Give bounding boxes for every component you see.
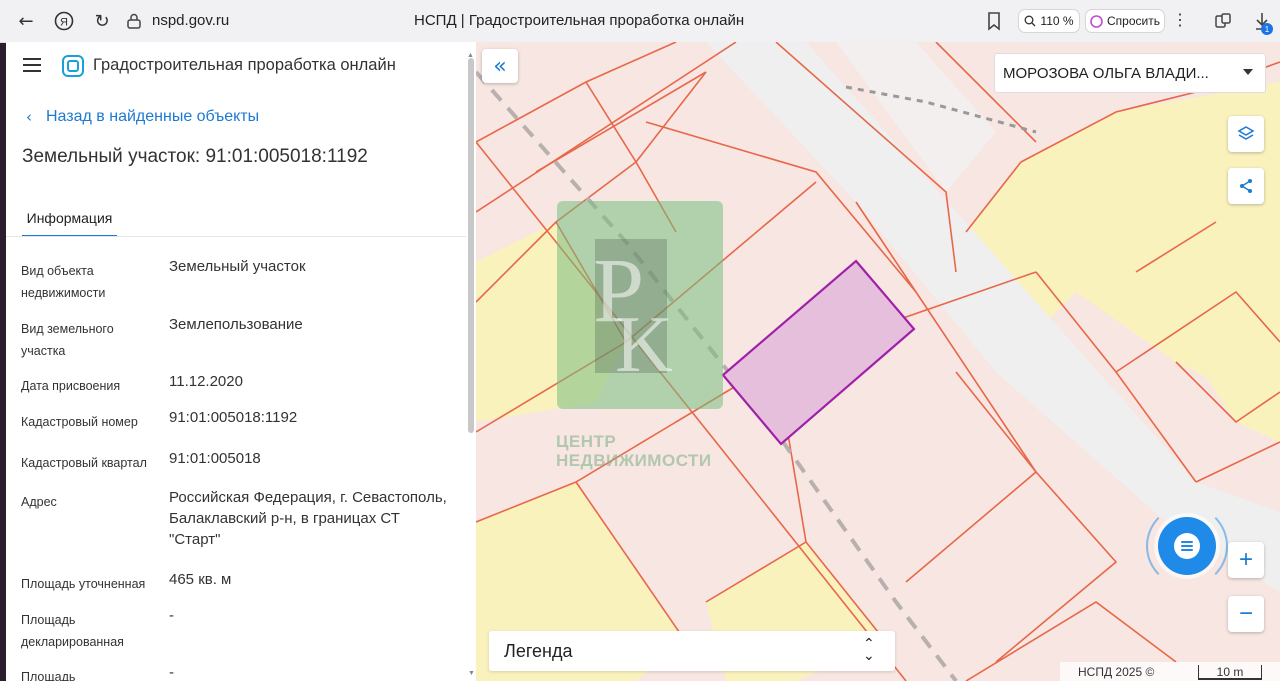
site-settings-icon[interactable] [125, 12, 143, 30]
info-panel: Градостроительная проработка онлайн ‹ На… [6, 42, 476, 681]
collapse-panel-button[interactable]: « [482, 49, 518, 83]
bookmark-icon[interactable] [984, 10, 1004, 32]
object-title: Земельный участок: 91:01:005018:1192 [22, 146, 368, 167]
ask-label: Спросить [1107, 14, 1160, 28]
info-value: 11.12.2020 [169, 373, 243, 390]
info-value: Российская Федерация, г. Севастополь, Ба… [169, 489, 447, 548]
watermark-text: ЦЕНТР НЕДВИЖИМОСТИ [556, 432, 712, 470]
zoom-value: 110 % [1040, 14, 1074, 28]
info-label: Площадь уточненная [21, 577, 146, 591]
zoom-indicator[interactable]: 110 % [1018, 9, 1080, 33]
watermark-line-1: ЦЕНТР [556, 432, 617, 451]
info-label: Адрес [21, 495, 57, 509]
info-label: Вид земельного участка [21, 322, 114, 358]
user-selector-value: МОРОЗОВА ОЛЬГА ВЛАДИ... [1003, 65, 1209, 82]
scroll-down-arrow-icon[interactable]: ▼ [468, 670, 475, 677]
page-tab-title: НСПД | Градостроительная проработка онла… [414, 12, 745, 29]
minus-icon: − [1238, 600, 1253, 627]
ask-icon [1090, 14, 1103, 28]
expand-collapse-icon: ⌃ ⌄ [863, 636, 875, 664]
legend-panel[interactable]: Легенда ⌃ ⌄ [489, 631, 895, 671]
info-label: Площадь [21, 670, 76, 681]
watermark-logo: P K [557, 201, 723, 409]
ask-button[interactable]: Спросить [1085, 9, 1165, 33]
hamburger-menu-icon[interactable] [23, 58, 41, 72]
info-value: - [169, 664, 174, 681]
address-bar[interactable]: nspd.gov.ru [152, 12, 229, 29]
chat-icon [1174, 533, 1200, 559]
back-arrow-icon[interactable]: ← [14, 9, 38, 33]
scale-bar: 10 m [1198, 665, 1262, 680]
more-menu-icon[interactable]: ⋮ [1172, 10, 1188, 30]
map-view[interactable]: P K ЦЕНТР НЕДВИЖИМОСТИ « МОРОЗОВА ОЛЬГА … [476, 42, 1280, 681]
layers-icon [1237, 126, 1255, 140]
info-value: Земельный участок [169, 258, 306, 275]
dropdown-caret-icon [1243, 69, 1253, 75]
copyright-text: НСПД 2025 © [1078, 665, 1155, 679]
layers-button[interactable] [1228, 116, 1264, 152]
share-icon [1240, 179, 1252, 193]
map-footer: НСПД 2025 © 10 m [1060, 662, 1280, 681]
back-link-label: Назад в найденные объекты [46, 108, 260, 125]
zoom-icon [1024, 15, 1036, 27]
extensions-icon[interactable] [1213, 11, 1233, 31]
plus-icon: + [1238, 546, 1253, 573]
selected-parcel [721, 259, 916, 446]
zoom-in-button[interactable]: + [1228, 542, 1264, 578]
info-label: Дата присвоения [21, 379, 121, 393]
info-label: Площадь декларированная [21, 613, 124, 649]
chevron-left-icon: ‹ [26, 108, 32, 126]
app-logo-icon [62, 55, 84, 77]
info-value: 91:01:005018:1192 [169, 409, 298, 426]
svg-text:Я: Я [60, 17, 68, 29]
tab-divider [6, 236, 466, 237]
tab-information[interactable]: Информация [22, 208, 117, 237]
yandex-icon[interactable]: Я [52, 9, 76, 33]
svg-text:K: K [615, 301, 673, 389]
zoom-out-button[interactable]: − [1228, 596, 1264, 632]
app-title: Градостроительная проработка онлайн [93, 56, 396, 74]
info-label: Вид объекта недвижимости [21, 264, 106, 300]
chat-button[interactable] [1158, 517, 1216, 575]
downloads-badge: 1 [1261, 23, 1273, 35]
reload-icon[interactable]: ↻ [90, 9, 114, 33]
user-selector-dropdown[interactable]: МОРОЗОВА ОЛЬГА ВЛАДИ... [994, 53, 1266, 93]
scroll-thumb[interactable] [468, 58, 474, 433]
info-value: 465 кв. м [169, 571, 232, 588]
info-value: 91:01:005018 [169, 450, 261, 467]
share-button[interactable] [1228, 168, 1264, 204]
browser-toolbar: ← Я ↻ nspd.gov.ru НСПД | Градостроительн… [0, 0, 1280, 43]
legend-label: Легенда [504, 641, 573, 661]
info-value: - [169, 607, 174, 624]
info-label: Кадастровый квартал [21, 456, 147, 470]
info-label: Кадастровый номер [21, 415, 138, 429]
info-value: Землепользование [169, 316, 303, 333]
watermark-line-2: НЕДВИЖИМОСТИ [556, 451, 712, 470]
panel-scrollbar[interactable]: ▲ ▼ [467, 52, 475, 677]
back-to-results-link[interactable]: ‹ Назад в найденные объекты [26, 108, 259, 126]
